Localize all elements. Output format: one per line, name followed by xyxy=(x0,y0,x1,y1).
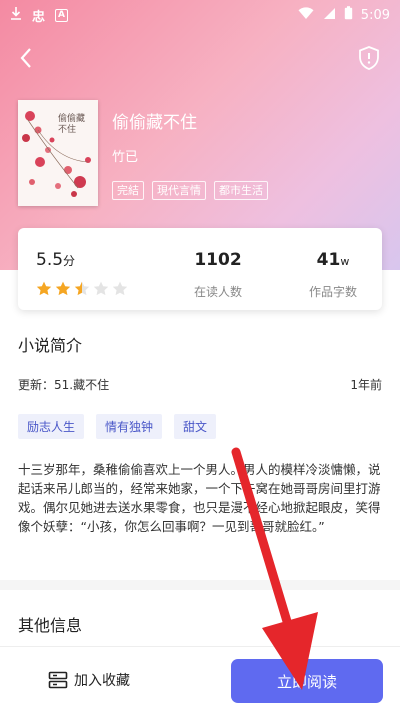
shield-alert-icon xyxy=(359,46,379,70)
latest-chapter[interactable]: 更新：51.藏不住 xyxy=(18,376,109,393)
favorite-label: 加入收藏 xyxy=(74,673,130,689)
readers-label: 在读人数 xyxy=(193,285,242,299)
chip-theme-3[interactable]: 甜文 xyxy=(174,414,217,439)
words-label: 作品字数 xyxy=(308,285,357,299)
section-divider xyxy=(0,580,400,590)
score-value: 5.5 xyxy=(36,250,64,270)
chip-theme-2[interactable]: 情有独钟 xyxy=(96,414,163,439)
read-now-button[interactable]: 立即阅读 xyxy=(231,659,383,703)
book-summary: 十三岁那年，桑稚偷偷喜欢上一个男人。男人的模样冷淡慵懒，说起话来吊儿郎当的，经常… xyxy=(18,462,381,534)
bookshelf-icon xyxy=(48,671,68,689)
add-to-favorites-button[interactable]: 加入收藏 xyxy=(48,667,130,693)
back-button[interactable] xyxy=(12,44,40,72)
chip-theme-1[interactable]: 励志人生 xyxy=(18,414,85,439)
top-navigation xyxy=(0,36,400,80)
theme-chips: 励志人生 情有独钟 甜文 xyxy=(18,414,217,439)
words-count-unit: w xyxy=(340,255,350,268)
star-icon xyxy=(55,281,71,296)
status-bar: 忠 A 5:09 xyxy=(0,0,400,30)
book-tags: 完結 現代言情 都市生活 xyxy=(112,181,268,200)
score-unit: 分 xyxy=(63,254,76,268)
star-half-icon xyxy=(74,281,90,296)
android-notification-icon: A xyxy=(55,8,69,22)
download-icon xyxy=(10,6,22,24)
words-count-value: 41 xyxy=(316,250,341,270)
star-empty-icon xyxy=(112,281,128,296)
battery-icon xyxy=(344,6,353,24)
tag-status[interactable]: 完結 xyxy=(112,181,144,200)
score: 5.5分 xyxy=(36,250,75,270)
star-icon xyxy=(36,281,52,296)
stats-card: 5.5分 1102 在读人数 41w 作品字数 xyxy=(18,228,382,310)
book-title: 偷偷藏不住 xyxy=(112,113,197,133)
report-button[interactable] xyxy=(356,44,382,72)
wifi-icon xyxy=(298,6,314,24)
cover-title: 偷偷藏不住 xyxy=(58,114,86,135)
rating-stars xyxy=(36,281,128,296)
words-count: 41w xyxy=(283,250,383,270)
readers-count: 1102 xyxy=(194,250,242,270)
status-time: 5:09 xyxy=(360,7,390,23)
star-empty-icon xyxy=(93,281,109,296)
intro-heading: 小说简介 xyxy=(18,336,83,355)
app-notification-icon: 忠 xyxy=(32,9,46,25)
other-info-heading[interactable]: 其他信息 xyxy=(18,612,82,636)
update-time: 1年前 xyxy=(350,378,382,392)
signal-icon xyxy=(322,7,336,24)
bottom-action-bar: 加入收藏 立即阅读 xyxy=(0,646,400,725)
tag-subgenre[interactable]: 都市生活 xyxy=(214,181,268,200)
tag-genre[interactable]: 現代言情 xyxy=(152,181,206,200)
book-cover[interactable]: 偷偷藏不住 xyxy=(18,100,98,206)
chevron-left-icon xyxy=(20,48,31,68)
book-author[interactable]: 竹已 xyxy=(112,146,138,165)
